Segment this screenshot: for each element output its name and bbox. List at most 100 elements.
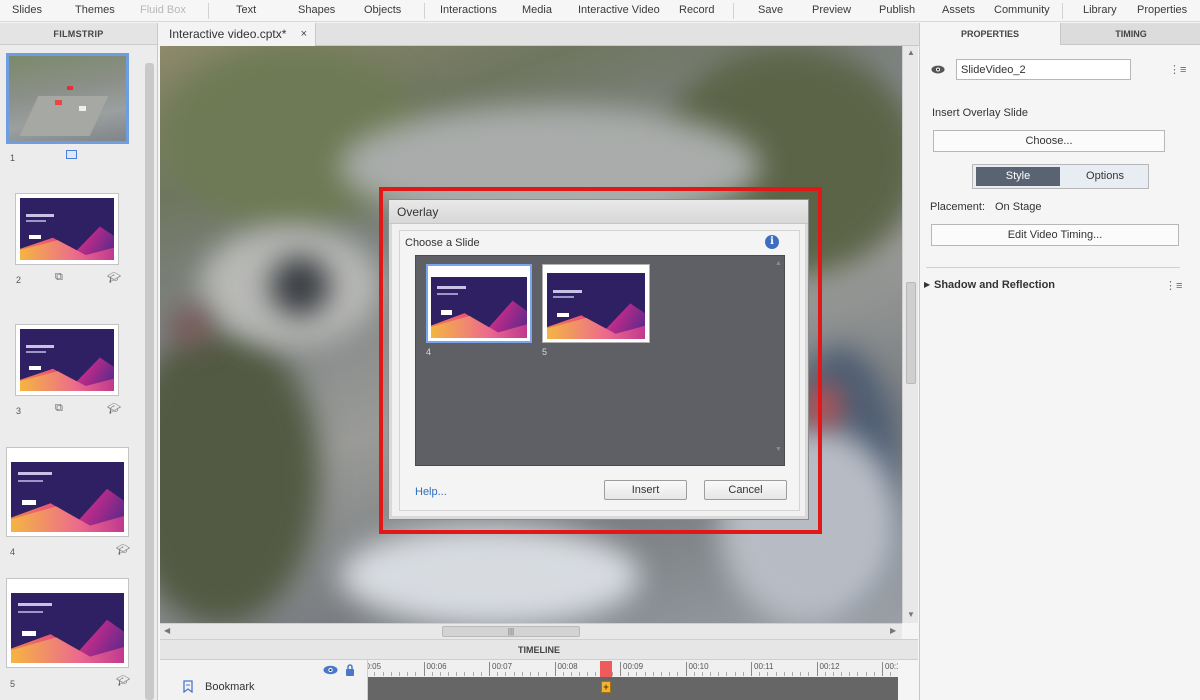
stage-horizontal-scrollbar[interactable]: ◀ ||| ▶ — [160, 623, 902, 639]
tab-timing[interactable]: TIMING — [1060, 23, 1200, 45]
road-shape — [19, 96, 109, 136]
stage-vertical-scrollbar[interactable]: ▲ ▼ — [902, 46, 918, 623]
filmstrip-slide-1[interactable] — [6, 53, 129, 144]
slide-number: 2 — [16, 275, 22, 285]
close-icon[interactable]: × — [301, 23, 307, 45]
slide-number: 1 — [10, 153, 16, 163]
menu-interactive-video[interactable]: Interactive Video — [578, 4, 660, 16]
panel-menu-icon[interactable]: ⋮≡ — [1169, 63, 1186, 76]
choose-slide-label: Choose a Slide — [405, 237, 480, 249]
ruler-minor-tick — [505, 672, 507, 676]
picker-slide-number: 5 — [542, 347, 548, 357]
menu-slides[interactable]: Slides — [12, 4, 42, 16]
menu-record[interactable]: Record — [679, 4, 714, 16]
menu-preview[interactable]: Preview — [812, 4, 851, 16]
slide-number: 4 — [10, 547, 16, 557]
filmstrip-slide-3[interactable] — [15, 324, 119, 396]
section-divider — [926, 267, 1180, 268]
menu-community[interactable]: Community — [994, 4, 1050, 16]
menu-publish[interactable]: Publish — [879, 4, 915, 16]
scroll-thumb[interactable] — [906, 282, 916, 384]
menu-themes[interactable]: Themes — [75, 4, 115, 16]
menu-objects[interactable]: Objects — [364, 4, 401, 16]
scroll-down-arrow[interactable]: ▼ — [907, 610, 915, 619]
menu-shapes[interactable]: Shapes — [298, 4, 335, 16]
timeline-ruler[interactable]: 00:05 00:06 00:07 00:08 00:09 00:10 00:11 00:12… — [368, 660, 898, 700]
insert-overlay-label: Insert Overlay Slide — [932, 107, 1028, 119]
visibility-eye-icon[interactable] — [931, 65, 945, 74]
ruler-minor-tick — [513, 672, 515, 676]
quiz-cap-icon: 🎓︎ — [116, 544, 130, 556]
info-icon[interactable]: i — [765, 235, 779, 249]
ruler-minor-tick — [734, 672, 736, 676]
options-tab[interactable]: Options — [1063, 167, 1147, 186]
expand-caret-icon[interactable]: ▶ — [924, 280, 930, 289]
picker-slide-number: 4 — [426, 347, 432, 357]
picker-slide-5[interactable] — [542, 264, 650, 343]
scroll-up-arrow[interactable]: ▲ — [907, 48, 915, 57]
choose-button[interactable]: Choose... — [933, 130, 1165, 152]
menu-text[interactable]: Text — [236, 4, 256, 16]
ruler-tick-label: 00:06 — [426, 662, 447, 671]
playhead-marker[interactable]: + — [601, 681, 611, 693]
ruler-minor-tick — [865, 672, 867, 676]
car-shape — [67, 86, 73, 90]
object-name-input[interactable] — [956, 59, 1131, 80]
eye-icon[interactable] — [323, 665, 338, 675]
filmstrip-header: FILMSTRIP — [0, 23, 157, 45]
picker-scrollbar[interactable]: ▲ ▼ — [774, 256, 784, 465]
bookmark-icon — [183, 680, 193, 693]
timeline-layers: Bookmark — [160, 660, 368, 700]
ruler-minor-tick — [382, 672, 384, 676]
ruler-major-tick — [423, 662, 425, 676]
menu-separator — [208, 3, 209, 19]
edit-video-timing-button[interactable]: Edit Video Timing... — [931, 224, 1179, 246]
help-link[interactable]: Help... — [415, 486, 447, 498]
picker-slide-4[interactable] — [426, 264, 532, 343]
ruler-minor-tick — [808, 672, 810, 676]
ruler-minor-tick — [824, 672, 826, 676]
cancel-button[interactable]: Cancel — [704, 480, 787, 500]
filmstrip-slide-4[interactable] — [6, 447, 129, 537]
menu-properties[interactable]: Properties — [1137, 4, 1187, 16]
lock-icon[interactable] — [345, 664, 355, 676]
slide-picker-list[interactable]: 4 5 ▲ ▼ — [415, 255, 785, 466]
scroll-down-arrow[interactable]: ▼ — [775, 446, 782, 453]
document-tab[interactable]: Interactive video.cptx* × — [159, 23, 316, 46]
ruler-minor-tick — [759, 672, 761, 676]
filmstrip-scrollbar[interactable] — [145, 63, 154, 700]
slide-art — [20, 198, 114, 260]
section-menu-icon[interactable]: ⋮≡ — [1165, 279, 1182, 292]
playhead[interactable] — [600, 661, 612, 677]
ruler-minor-tick — [710, 672, 712, 676]
menu-assets[interactable]: Assets — [942, 4, 975, 16]
scroll-right-arrow[interactable]: ▶ — [890, 626, 896, 635]
timeline-track[interactable] — [368, 677, 898, 700]
ruler-minor-tick — [587, 672, 589, 676]
scroll-left-arrow[interactable]: ◀ — [164, 626, 170, 635]
menu-media[interactable]: Media — [522, 4, 552, 16]
style-tab[interactable]: Style — [976, 167, 1060, 186]
blur-car — [170, 306, 210, 346]
menu-library[interactable]: Library — [1083, 4, 1117, 16]
dialog-title: Overlay — [389, 200, 808, 224]
scroll-up-arrow[interactable]: ▲ — [775, 260, 782, 267]
ruler-minor-tick — [439, 672, 441, 676]
ruler-major-tick — [685, 662, 687, 676]
tab-properties[interactable]: PROPERTIES — [920, 23, 1060, 45]
menu-separator — [1062, 3, 1063, 19]
menu-interactions[interactable]: Interactions — [440, 4, 497, 16]
scroll-thumb[interactable]: ||| — [442, 626, 580, 637]
shadow-reflection-section[interactable]: Shadow and Reflection — [934, 279, 1055, 291]
ruler-minor-tick — [415, 672, 417, 676]
menu-save[interactable]: Save — [758, 4, 783, 16]
insert-button[interactable]: Insert — [604, 480, 687, 500]
style-options-toggle: Style Options — [972, 164, 1149, 189]
ruler-tick-label: 00:12 — [819, 662, 840, 671]
blur-region — [160, 326, 320, 623]
menu-fluid-box[interactable]: Fluid Box — [140, 4, 186, 16]
filmstrip-slide-2[interactable] — [15, 193, 119, 265]
properties-tabs: PROPERTIES TIMING — [920, 23, 1200, 45]
filmstrip-slide-5[interactable] — [6, 578, 129, 668]
ruler-minor-tick — [374, 672, 376, 676]
